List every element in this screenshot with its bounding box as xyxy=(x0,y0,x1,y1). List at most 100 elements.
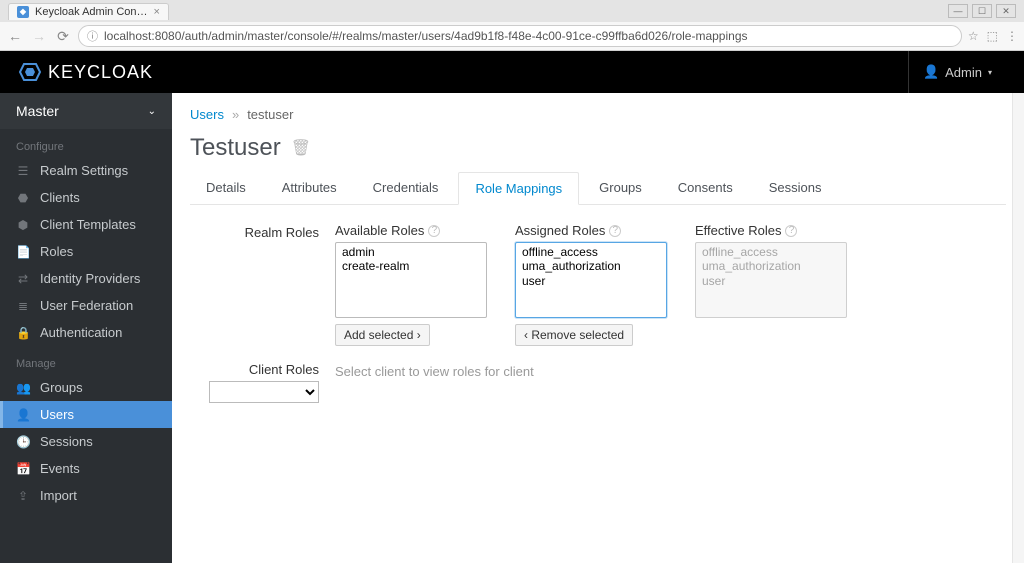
url-input[interactable]: ⓘ localhost:8080/auth/admin/master/conso… xyxy=(78,25,962,47)
sidebar-item-label: Identity Providers xyxy=(40,271,140,286)
back-icon[interactable]: ← xyxy=(6,28,24,44)
add-selected-button[interactable]: Add selected › xyxy=(335,324,430,346)
client-select[interactable] xyxy=(209,381,319,403)
sidebar-item-label: User Federation xyxy=(40,298,133,313)
help-icon[interactable]: ? xyxy=(428,225,440,237)
role-option[interactable]: admin xyxy=(338,245,484,259)
star-icon[interactable]: ☆ xyxy=(968,29,979,43)
assigned-roles-select[interactable]: offline_access uma_authorization user xyxy=(515,242,667,318)
role-option[interactable]: uma_authorization xyxy=(518,259,664,273)
sidebar-item-identity-providers[interactable]: ⇄Identity Providers xyxy=(0,265,172,292)
browser-tab[interactable]: ◆ Keycloak Admin Con… × xyxy=(8,3,169,20)
url-text: localhost:8080/auth/admin/master/console… xyxy=(104,29,748,43)
assigned-roles-label: Assigned Roles xyxy=(515,223,605,238)
sidebar-item-user-federation[interactable]: ≣User Federation xyxy=(0,292,172,319)
scrollbar[interactable] xyxy=(1012,93,1024,563)
effective-roles-label: Effective Roles xyxy=(695,223,781,238)
user-icon: 👤 xyxy=(923,64,939,80)
help-icon[interactable]: ? xyxy=(609,225,621,237)
sidebar-item-sessions[interactable]: 🕒 Sessions xyxy=(0,428,172,455)
tab-groups[interactable]: Groups xyxy=(583,172,658,204)
info-icon[interactable]: ⓘ xyxy=(87,28,98,44)
role-option[interactable]: create-realm xyxy=(338,259,484,273)
close-icon[interactable]: × xyxy=(154,6,160,18)
user-icon: 👤 xyxy=(16,408,30,422)
main-content: Users » testuser Testuser 🗑 Details Attr… xyxy=(172,93,1024,563)
reload-icon[interactable]: ⟳ xyxy=(54,28,72,45)
breadcrumb-current: testuser xyxy=(247,107,293,122)
sidebar-item-events[interactable]: 📅Events xyxy=(0,455,172,482)
sidebar-item-client-templates[interactable]: ⬢ Client Templates xyxy=(0,211,172,238)
cube-icon: ⬣ xyxy=(16,191,30,205)
role-option[interactable]: user xyxy=(518,274,664,288)
tab-role-mappings[interactable]: Role Mappings xyxy=(458,172,579,205)
realm-name: Master xyxy=(16,103,59,119)
tab-favicon-icon: ◆ xyxy=(17,6,29,18)
realm-selector[interactable]: Master ⌄ xyxy=(0,93,172,129)
sidebar-item-label: Users xyxy=(40,407,74,422)
section-title: Configure xyxy=(0,129,172,157)
sidebar-item-label: Realm Settings xyxy=(40,163,128,178)
user-dropdown[interactable]: 👤 Admin ▾ xyxy=(908,51,1006,93)
close-window-icon[interactable]: ✕ xyxy=(996,4,1016,18)
extension-icon[interactable]: ⬚ xyxy=(987,29,998,43)
available-roles-select[interactable]: admin create-realm xyxy=(335,242,487,318)
username: Admin xyxy=(945,65,982,80)
browser-tab-bar: ◆ Keycloak Admin Con… × — ☐ ✕ xyxy=(0,0,1024,22)
sidebar-item-label: Events xyxy=(40,461,80,476)
url-bar: ← → ⟳ ⓘ localhost:8080/auth/admin/master… xyxy=(0,22,1024,50)
sidebar-item-label: Client Templates xyxy=(40,217,136,232)
sidebar-item-label: Roles xyxy=(40,244,73,259)
app-header: KEYCLOAK 👤 Admin ▾ xyxy=(0,51,1024,93)
chevron-down-icon: ▾ xyxy=(988,68,992,77)
menu-icon[interactable]: ⋮ xyxy=(1006,29,1018,43)
sidebar: Master ⌄ Configure ☰Realm Settings ⬣ Clie… xyxy=(0,93,172,563)
group-icon: 👥 xyxy=(16,381,30,395)
sidebar-item-label: Clients xyxy=(40,190,80,205)
keycloak-logo-icon xyxy=(18,60,42,84)
sidebar-item-label: Sessions xyxy=(40,434,93,449)
sidebar-item-clients[interactable]: ⬣ Clients xyxy=(0,184,172,211)
tab-credentials[interactable]: Credentials xyxy=(357,172,455,204)
tab-attributes[interactable]: Attributes xyxy=(266,172,353,204)
section-title: Manage xyxy=(0,346,172,374)
available-roles-column: Available Roles? admin create-realm Add … xyxy=(335,223,487,346)
chevron-down-icon: ⌄ xyxy=(148,106,156,117)
sidebar-item-import[interactable]: ⇪ Import xyxy=(0,482,172,509)
tab-details[interactable]: Details xyxy=(190,172,262,204)
role-option: offline_access xyxy=(698,245,844,259)
sidebar-item-label: Authentication xyxy=(40,325,122,340)
window-controls: — ☐ ✕ xyxy=(948,4,1016,18)
role-option: uma_authorization xyxy=(698,259,844,273)
realm-roles-label: Realm Roles xyxy=(190,223,335,240)
role-option[interactable]: offline_access xyxy=(518,245,664,259)
sidebar-item-authentication[interactable]: 🔒 Authentication xyxy=(0,319,172,346)
sidebar-item-roles[interactable]: 📄 Roles xyxy=(0,238,172,265)
sidebar-item-label: Import xyxy=(40,488,77,503)
logo-text: KEYCLOAK xyxy=(48,62,153,83)
upload-icon: ⇪ xyxy=(16,489,30,503)
sidebar-item-groups[interactable]: 👥Groups xyxy=(0,374,172,401)
breadcrumb-link-users[interactable]: Users xyxy=(190,107,224,122)
sidebar-item-users[interactable]: 👤 Users xyxy=(0,401,172,428)
tab-consents[interactable]: Consents xyxy=(662,172,749,204)
lock-icon: 🔒 xyxy=(16,326,30,340)
maximize-icon[interactable]: ☐ xyxy=(972,4,992,18)
minimize-icon[interactable]: — xyxy=(948,4,968,18)
client-roles-row: Client Roles Select client to view roles… xyxy=(190,362,1006,403)
assigned-roles-column: Assigned Roles? offline_access uma_autho… xyxy=(515,223,667,346)
breadcrumb-separator: » xyxy=(232,107,239,122)
cubes-icon: ⬢ xyxy=(16,218,30,232)
tab-sessions[interactable]: Sessions xyxy=(753,172,838,204)
help-icon[interactable]: ? xyxy=(785,225,797,237)
remove-selected-button[interactable]: ‹ Remove selected xyxy=(515,324,633,346)
trash-icon[interactable]: 🗑 xyxy=(291,138,311,158)
file-icon: 📄 xyxy=(16,245,30,259)
sidebar-item-realm-settings[interactable]: ☰Realm Settings xyxy=(0,157,172,184)
sidebar-section: Configure ☰Realm Settings ⬣ Clients ⬢ Clie… xyxy=(0,129,172,346)
role-option: user xyxy=(698,274,844,288)
clock-icon: 🕒 xyxy=(16,435,30,449)
logo[interactable]: KEYCLOAK xyxy=(18,60,153,84)
page-title-text: Testuser xyxy=(190,134,281,162)
available-roles-label: Available Roles xyxy=(335,223,424,238)
